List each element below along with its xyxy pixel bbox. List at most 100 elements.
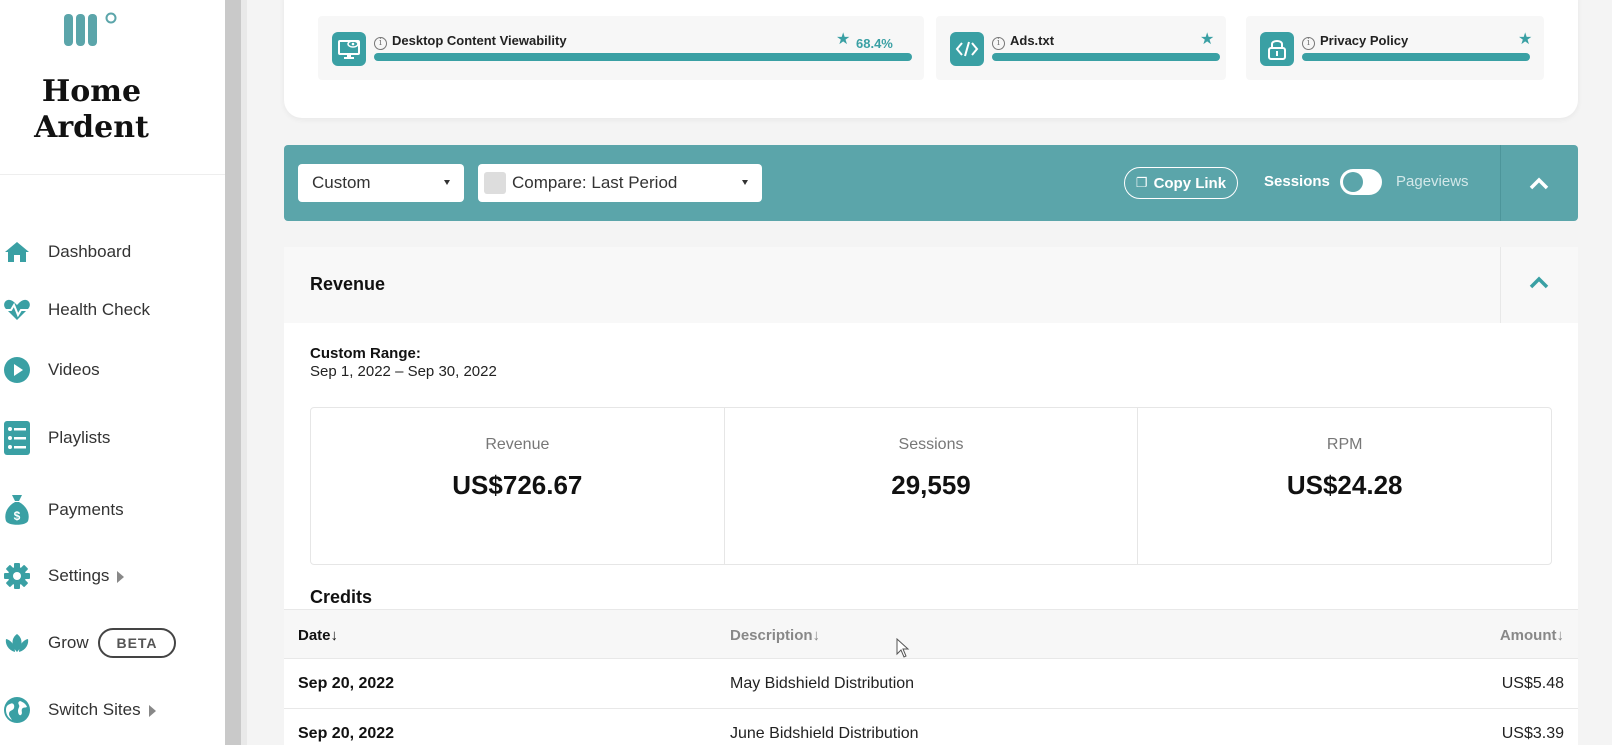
sidebar-item-label: Dashboard [48,242,132,261]
sidebar-item-label: Grow [48,633,89,652]
cell-date: Sep 20, 2022 [298,725,395,742]
date-range-select[interactable]: Custom [298,164,464,202]
list-icon [2,421,32,455]
viewability-progress-bar [374,53,912,61]
caret-right-icon [148,704,156,717]
sidebar-item-label: Health Check [48,300,151,319]
mouse-cursor-icon [896,638,910,658]
cell-amount: US$5.48 [1501,675,1564,692]
sidebar-item-dashboard[interactable]: Dashboard [0,232,225,272]
date-range-value: Custom [312,173,371,192]
toggle-label-sessions: Sessions [1264,173,1330,190]
health-tile-title: Privacy Policy [1320,33,1409,48]
app: Home Ardent Dashboard Health Check Video… [0,0,1612,745]
privacy-policy-progress-bar [1302,53,1530,61]
scrollbar-track [241,0,247,745]
health-tile-privacy-policy[interactable]: i Privacy Policy ★ [1246,16,1544,80]
stat-value: US$24.28 [1286,470,1403,500]
column-header-date[interactable]: Date↓ [298,627,338,644]
dropdown-arrow-icon [742,180,748,185]
compare-select[interactable]: Compare: Last Period [478,164,762,202]
stat-rpm: RPM US$24.28 [1138,408,1551,564]
star-icon: ★ [836,31,851,48]
copy-link-button[interactable]: ❐ Copy Link [1124,167,1238,199]
play-icon [2,355,32,385]
stat-value: 29,559 [891,470,971,500]
sidebar-item-label: Switch Sites [48,700,141,719]
sidebar-scrollbar[interactable] [225,0,241,745]
beta-badge: BETA [98,628,176,658]
custom-range-dates: Sep 1, 2022 – Sep 30, 2022 [310,363,497,380]
gear-icon [2,561,32,591]
sidebar-item-grow[interactable]: Grow BETA [0,623,225,663]
sidebar-item-health-check[interactable]: Health Check [0,290,225,330]
monitor-eye-icon [332,32,366,66]
heartbeat-icon [2,295,32,325]
svg-text:$: $ [14,509,21,523]
sidebar-item-label-wrap: Switch Sites [48,700,156,720]
column-header-amount[interactable]: Amount↓ [1500,627,1564,644]
sidebar-item-label-wrap: Settings [48,566,125,586]
toggle-knob [1343,172,1363,192]
sidebar-item-playlists[interactable]: Playlists [0,418,225,458]
sidebar-item-label: Settings [48,566,110,585]
star-icon: ★ [1200,31,1215,48]
revenue-header: Revenue [284,247,1578,323]
sidebar-item-payments[interactable]: $ Payments [0,490,225,530]
sidebar-item-videos[interactable]: Videos [0,350,225,390]
stats-summary: Revenue US$726.67 Sessions 29,559 RPM US… [310,407,1552,565]
health-tile-title: Ads.txt [1010,33,1055,48]
toggle-label-pageviews: Pageviews [1396,173,1469,190]
copy-link-label: Copy Link [1153,174,1227,192]
home-icon [2,237,32,267]
divider [1500,145,1501,221]
stat-sessions: Sessions 29,559 [725,408,1139,564]
divider [1500,247,1501,323]
compare-color-swatch [484,172,506,194]
dropdown-arrow-icon [444,180,450,185]
lock-icon [1260,32,1294,66]
compare-value: Compare: Last Period [512,173,678,192]
filter-bar: Custom Compare: Last Period ❐ Copy Link … [284,145,1578,221]
revenue-panel: Revenue Custom Range: Sep 1, 2022 – Sep … [284,247,1578,745]
sidebar-item-switch-sites[interactable]: Switch Sites [0,690,225,730]
brand-logo-icon[interactable] [62,10,122,50]
money-bag-icon: $ [2,495,32,525]
copy-icon: ❐ [1135,175,1148,190]
stat-label: RPM [1326,436,1363,453]
logo-area: Home Ardent [0,0,225,175]
leaf-icon [2,628,32,658]
brand-name: Home Ardent [0,74,183,146]
sidebar-item-settings[interactable]: Settings [0,556,225,596]
stat-label: Revenue [485,436,550,453]
ads-txt-progress-bar [992,53,1220,61]
cell-description: June Bidshield Distribution [730,725,919,742]
credits-table-header: Date↓ Description↓ Amount↓ [284,609,1578,659]
health-tile-ads-txt[interactable]: i Ads.txt ★ [936,16,1226,80]
info-icon[interactable]: i [1302,37,1315,50]
sidebar-item-label: Payments [48,500,124,519]
info-icon[interactable]: i [374,37,387,50]
stat-value: US$726.67 [452,470,583,500]
revenue-title: Revenue [310,274,386,294]
sidebar: Home Ardent Dashboard Health Check Video… [0,0,225,745]
column-header-description[interactable]: Description↓ [730,627,820,644]
brand-line-1: Home [41,74,142,109]
health-check-card: i Desktop Content Viewability ★ 68.4% i … [284,0,1578,118]
collapse-filters-icon[interactable] [1527,172,1551,196]
brand-line-2: Ardent [34,110,149,145]
caret-right-icon [117,570,125,583]
sessions-pageviews-toggle[interactable] [1340,169,1382,195]
collapse-revenue-icon[interactable] [1527,271,1551,295]
code-icon [950,32,984,66]
credits-title: Credits [310,587,373,607]
sidebar-item-label: Videos [48,360,100,379]
info-icon[interactable]: i [992,37,1005,50]
cell-date: Sep 20, 2022 [298,675,395,692]
table-row: Sep 20, 2022 June Bidshield Distribution… [284,709,1578,745]
health-tile-viewability[interactable]: i Desktop Content Viewability ★ 68.4% [318,16,924,80]
sidebar-item-label: Playlists [48,428,111,447]
stat-revenue: Revenue US$726.67 [311,408,725,564]
table-row: Sep 20, 2022 May Bidshield Distribution … [284,659,1578,709]
globe-icon [2,695,32,725]
